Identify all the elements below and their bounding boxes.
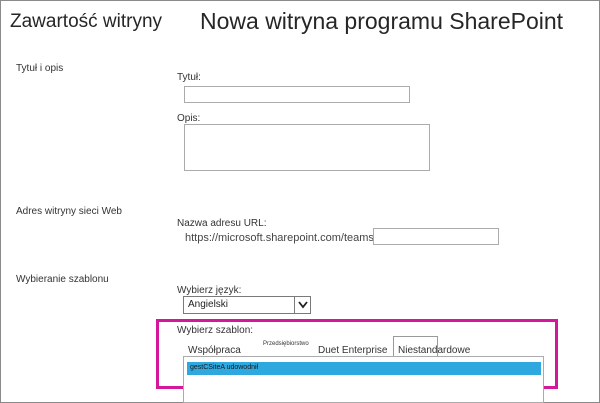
language-dropdown-button[interactable] [294,297,310,313]
tab-collaboration[interactable]: Współpraca [188,345,241,356]
template-label: Wybierz szablon: [177,325,254,336]
title-input[interactable] [184,86,410,103]
tab-custom[interactable]: Niestandardowe [398,345,470,356]
section-label-web-address: Adres witryny sieci Web [16,206,122,217]
url-prefix-text: https://microsoft.sharepoint.com/teams/ [185,232,377,244]
language-select[interactable]: Angielski [183,296,311,314]
language-label: Wybierz język: [177,285,242,296]
template-listbox[interactable]: gestCSiteA udowodnił [183,356,544,403]
description-label: Opis: [177,113,201,124]
breadcrumb-site-contents[interactable]: Zawartość witryny [10,11,162,33]
template-list-item-selected[interactable]: gestCSiteA udowodnił [187,362,541,375]
chevron-down-icon [298,301,308,309]
url-name-label: Nazwa adresu URL: [177,218,267,229]
description-textarea[interactable] [184,124,430,171]
section-label-title-description: Tytuł i opis [16,63,64,74]
page-title: Nowa witryna programu SharePoint [200,8,564,34]
title-label: Tytuł: [177,72,201,83]
url-name-input[interactable] [373,228,499,245]
language-select-value: Angielski [188,299,229,310]
section-label-template: Wybieranie szablonu [16,274,109,285]
tab-duet-enterprise[interactable]: Duet Enterprise [318,345,387,356]
template-list-item-label: gestCSiteA udowodnił [190,364,259,371]
tab-enterprise[interactable]: Przedsiębiorstwo [263,341,309,347]
